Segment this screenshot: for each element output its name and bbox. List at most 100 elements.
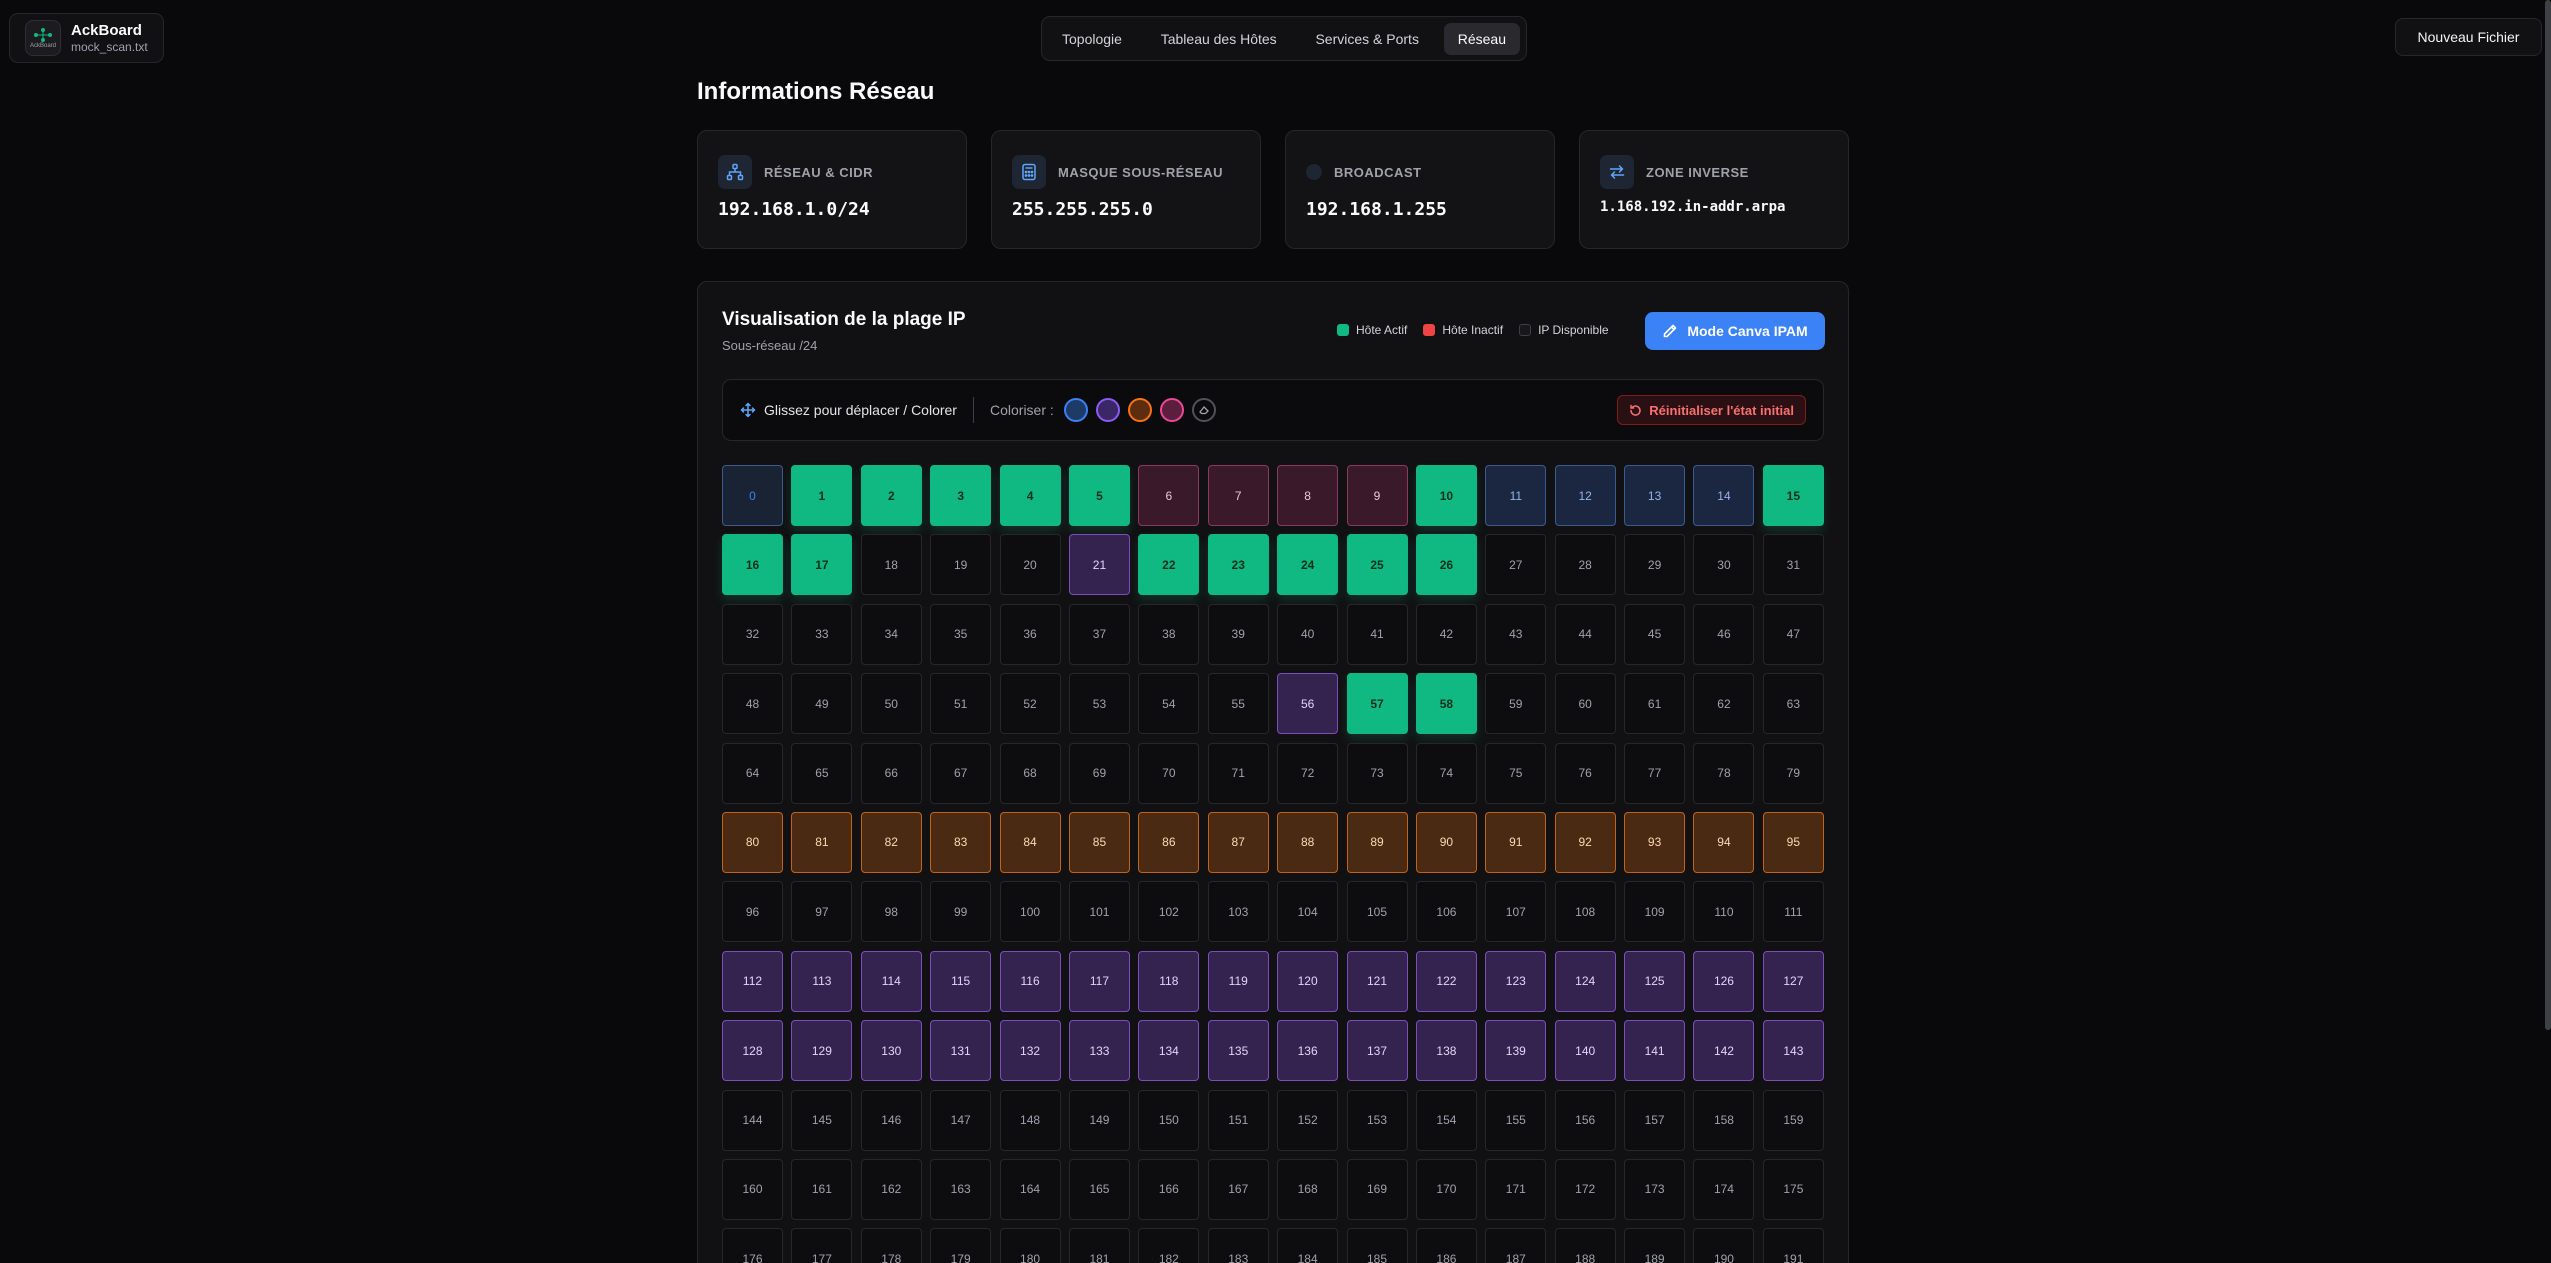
ip-cell[interactable]: 190 xyxy=(1693,1228,1755,1263)
ip-cell[interactable]: 44 xyxy=(1554,603,1616,665)
ip-cell[interactable]: 165 xyxy=(1068,1158,1130,1220)
ip-cell[interactable]: 110 xyxy=(1693,881,1755,943)
ip-cell[interactable]: 13 xyxy=(1624,465,1686,526)
ip-cell[interactable]: 60 xyxy=(1554,673,1616,735)
ip-cell[interactable]: 19 xyxy=(930,534,992,596)
ip-cell[interactable]: 150 xyxy=(1138,1089,1200,1151)
ip-cell[interactable]: 70 xyxy=(1138,742,1200,804)
ip-cell[interactable]: 31 xyxy=(1762,534,1824,596)
ip-cell[interactable]: 37 xyxy=(1068,603,1130,665)
ip-cell[interactable]: 71 xyxy=(1207,742,1269,804)
ip-cell[interactable]: 166 xyxy=(1138,1158,1200,1220)
ip-cell[interactable]: 5 xyxy=(1068,465,1130,526)
ip-cell[interactable]: 152 xyxy=(1277,1089,1339,1151)
ip-cell[interactable]: 142 xyxy=(1693,1020,1755,1082)
ip-cell[interactable]: 163 xyxy=(930,1158,992,1220)
ip-cell[interactable]: 77 xyxy=(1624,742,1686,804)
ip-cell[interactable]: 73 xyxy=(1346,742,1408,804)
brand[interactable]: AckBoard AckBoard mock_scan.txt xyxy=(9,13,164,63)
ip-cell[interactable]: 66 xyxy=(860,742,922,804)
ip-cell[interactable]: 0 xyxy=(722,465,783,526)
ip-cell[interactable]: 47 xyxy=(1762,603,1824,665)
color-swatch-purple[interactable] xyxy=(1095,398,1120,422)
ip-cell[interactable]: 146 xyxy=(860,1089,922,1151)
ip-cell[interactable]: 24 xyxy=(1277,534,1339,596)
ip-cell[interactable]: 132 xyxy=(999,1020,1061,1082)
ip-cell[interactable]: 104 xyxy=(1277,881,1339,943)
ip-cell[interactable]: 58 xyxy=(1415,673,1477,735)
ip-cell[interactable]: 51 xyxy=(930,673,992,735)
ip-cell[interactable]: 118 xyxy=(1138,950,1200,1012)
ip-cell[interactable]: 18 xyxy=(860,534,922,596)
ip-cell[interactable]: 2 xyxy=(860,465,922,526)
ip-cell[interactable]: 138 xyxy=(1415,1020,1477,1082)
ip-cell[interactable]: 178 xyxy=(860,1228,922,1263)
ip-cell[interactable]: 177 xyxy=(791,1228,853,1263)
ip-cell[interactable]: 16 xyxy=(722,534,783,596)
ip-cell[interactable]: 79 xyxy=(1762,742,1824,804)
ip-cell[interactable]: 10 xyxy=(1415,465,1477,526)
ip-cell[interactable]: 54 xyxy=(1138,673,1200,735)
new-file-button[interactable]: Nouveau Fichier xyxy=(2395,18,2542,56)
ip-cell[interactable]: 42 xyxy=(1415,603,1477,665)
ip-cell[interactable]: 50 xyxy=(860,673,922,735)
ip-cell[interactable]: 82 xyxy=(860,811,922,873)
ip-cell[interactable]: 11 xyxy=(1485,465,1547,526)
ip-cell[interactable]: 168 xyxy=(1277,1158,1339,1220)
ip-cell[interactable]: 103 xyxy=(1207,881,1269,943)
tab-reseau[interactable]: Réseau xyxy=(1443,22,1520,55)
ip-cell[interactable]: 171 xyxy=(1485,1158,1547,1220)
ip-cell[interactable]: 109 xyxy=(1624,881,1686,943)
ip-cell[interactable]: 65 xyxy=(791,742,853,804)
ip-cell[interactable]: 149 xyxy=(1068,1089,1130,1151)
page-scrollbar[interactable] xyxy=(2545,0,2551,1030)
ip-cell[interactable]: 7 xyxy=(1207,465,1269,526)
tab-topologie[interactable]: Topologie xyxy=(1048,23,1136,55)
ip-cell[interactable]: 128 xyxy=(722,1020,783,1082)
ip-cell[interactable]: 136 xyxy=(1277,1020,1339,1082)
ip-cell[interactable]: 106 xyxy=(1415,881,1477,943)
ip-cell[interactable]: 113 xyxy=(791,950,853,1012)
ip-cell[interactable]: 173 xyxy=(1624,1158,1686,1220)
ip-cell[interactable]: 115 xyxy=(930,950,992,1012)
ip-cell[interactable]: 17 xyxy=(791,534,853,596)
ip-cell[interactable]: 133 xyxy=(1068,1020,1130,1082)
ip-cell[interactable]: 29 xyxy=(1624,534,1686,596)
ip-cell[interactable]: 185 xyxy=(1346,1228,1408,1263)
ip-cell[interactable]: 124 xyxy=(1554,950,1616,1012)
ip-cell[interactable]: 137 xyxy=(1346,1020,1408,1082)
tab-services-ports[interactable]: Services & Ports xyxy=(1301,23,1432,55)
ip-cell[interactable]: 87 xyxy=(1207,811,1269,873)
ip-cell[interactable]: 172 xyxy=(1554,1158,1616,1220)
ip-cell[interactable]: 94 xyxy=(1693,811,1755,873)
ip-cell[interactable]: 83 xyxy=(930,811,992,873)
ip-cell[interactable]: 129 xyxy=(791,1020,853,1082)
ip-cell[interactable]: 86 xyxy=(1138,811,1200,873)
ip-cell[interactable]: 96 xyxy=(722,881,783,943)
ip-cell[interactable]: 4 xyxy=(999,465,1061,526)
ip-cell[interactable]: 28 xyxy=(1554,534,1616,596)
reset-state-button[interactable]: Réinitialiser l'état initial xyxy=(1617,395,1806,425)
ip-cell[interactable]: 155 xyxy=(1485,1089,1547,1151)
ip-cell[interactable]: 189 xyxy=(1624,1228,1686,1263)
ip-cell[interactable]: 153 xyxy=(1346,1089,1408,1151)
ip-cell[interactable]: 121 xyxy=(1346,950,1408,1012)
ip-cell[interactable]: 158 xyxy=(1693,1089,1755,1151)
ip-cell[interactable]: 55 xyxy=(1207,673,1269,735)
ip-cell[interactable]: 53 xyxy=(1068,673,1130,735)
ip-cell[interactable]: 9 xyxy=(1346,465,1408,526)
ip-cell[interactable]: 38 xyxy=(1138,603,1200,665)
ip-cell[interactable]: 85 xyxy=(1068,811,1130,873)
ip-cell[interactable]: 112 xyxy=(722,950,783,1012)
ip-cell[interactable]: 6 xyxy=(1138,465,1200,526)
ip-cell[interactable]: 48 xyxy=(722,673,783,735)
ip-cell[interactable]: 131 xyxy=(930,1020,992,1082)
ip-cell[interactable]: 164 xyxy=(999,1158,1061,1220)
color-swatch-pink[interactable] xyxy=(1159,398,1184,422)
ip-cell[interactable]: 56 xyxy=(1277,673,1339,735)
ipam-mode-button[interactable]: Mode Canva IPAM xyxy=(1645,312,1825,350)
ip-cell[interactable]: 8 xyxy=(1277,465,1339,526)
ip-cell[interactable]: 84 xyxy=(999,811,1061,873)
ip-cell[interactable]: 108 xyxy=(1554,881,1616,943)
ip-cell[interactable]: 1 xyxy=(791,465,853,526)
